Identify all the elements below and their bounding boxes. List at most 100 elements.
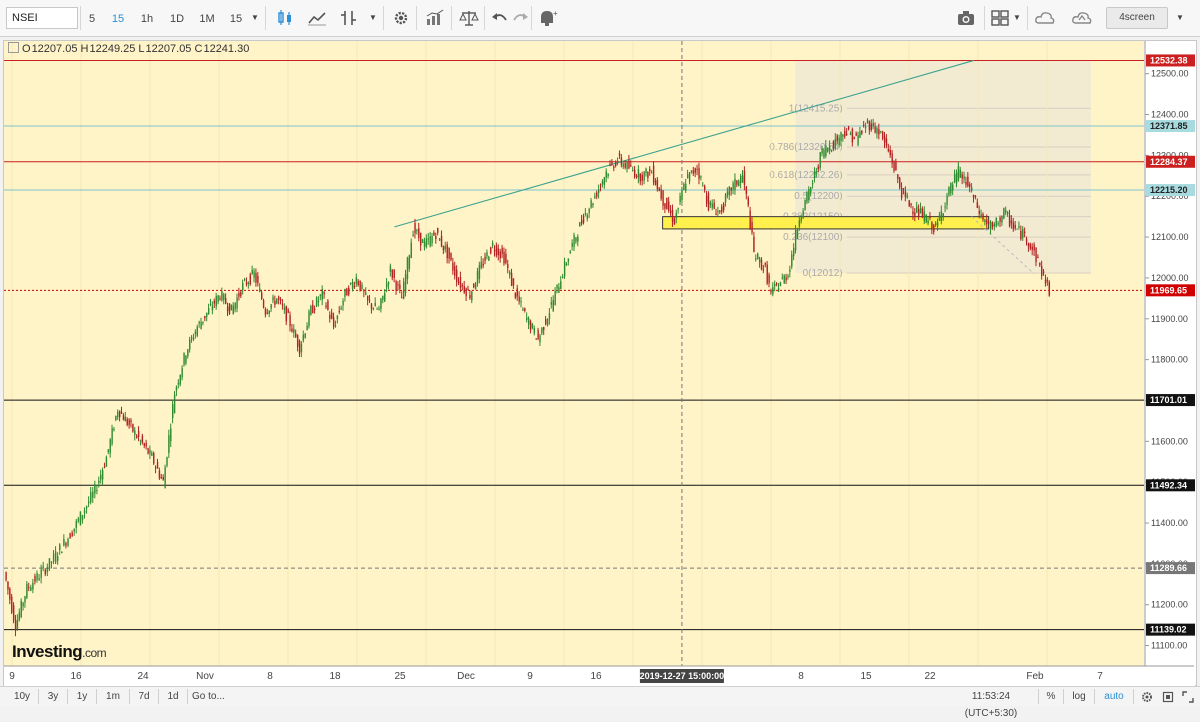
expand-icon[interactable]	[1180, 688, 1196, 705]
candle-body	[1005, 209, 1007, 213]
candle-body	[974, 195, 977, 197]
candle-body	[859, 131, 861, 138]
candle-body	[599, 184, 602, 186]
candle-body	[1016, 228, 1018, 230]
time-axis-tick-label: Feb	[1026, 671, 1044, 682]
candle-body	[189, 339, 191, 350]
candle-body	[616, 160, 619, 164]
maximize-icon[interactable]	[1160, 688, 1176, 705]
candle-body	[819, 152, 821, 168]
range-3y-button[interactable]: 3y	[43, 688, 63, 705]
percent-scale-button[interactable]: %	[1043, 688, 1059, 705]
candle-body	[971, 187, 973, 191]
candle-body	[200, 322, 202, 330]
candle-body	[935, 223, 937, 226]
bottom-separator	[67, 689, 68, 704]
candle-body	[512, 278, 515, 286]
auto-scale-button[interactable]: auto	[1099, 688, 1129, 705]
candle-body	[59, 544, 61, 551]
range-1m-button[interactable]: 1m	[101, 688, 125, 705]
candle-body	[480, 261, 483, 268]
candle-body	[811, 183, 814, 185]
candle-body	[431, 236, 433, 244]
range-1y-button[interactable]: 1y	[72, 688, 92, 705]
candle-body	[883, 136, 886, 143]
candle-body	[751, 221, 753, 233]
candle-body	[368, 300, 371, 302]
candle-body	[454, 266, 456, 276]
candle-body	[151, 453, 153, 456]
candle-body	[302, 334, 305, 341]
log-scale-button[interactable]: log	[1068, 688, 1090, 705]
candle-body	[652, 165, 655, 183]
candle-body	[705, 195, 708, 204]
candle-body	[539, 335, 541, 343]
low-label: L	[138, 43, 145, 55]
range-7d-button[interactable]: 7d	[134, 688, 154, 705]
candle-body	[747, 197, 749, 206]
candle-body	[113, 428, 115, 430]
candle-body	[836, 135, 838, 142]
candle-body	[9, 588, 11, 600]
bottom-separator	[129, 689, 130, 704]
candle-body	[421, 239, 424, 243]
candle-body	[172, 404, 174, 418]
candle-body	[298, 340, 301, 354]
candle-body	[586, 215, 589, 219]
candle-body	[228, 303, 231, 314]
candle-body	[1018, 226, 1020, 228]
range-1d-button[interactable]: 1d	[163, 688, 183, 705]
price-chart[interactable]: 1(12415.25)0.786(12320.54)0.618(12252.26…	[0, 0, 1200, 705]
candle-body	[440, 235, 443, 247]
candle-body	[230, 304, 233, 311]
time-axis-tick-label: 24	[137, 671, 149, 682]
candle-body	[389, 265, 392, 273]
candle-body	[967, 176, 969, 187]
candle-body	[864, 127, 867, 129]
candle-body	[641, 174, 643, 181]
candle-body	[899, 177, 901, 188]
candle-body	[832, 141, 835, 148]
candle-body	[893, 162, 895, 171]
candle-body	[535, 338, 537, 340]
candle-body	[147, 448, 149, 454]
candle-body	[143, 443, 146, 446]
goto-button[interactable]: Go to...	[192, 688, 236, 705]
candle-body	[370, 303, 373, 309]
low-value: 12207.05	[145, 43, 192, 55]
close-label: C	[194, 43, 203, 55]
candle-body	[75, 520, 78, 529]
candle-body	[52, 553, 55, 562]
candle-body	[476, 270, 479, 284]
candle-body	[427, 238, 430, 240]
candle-body	[669, 210, 672, 213]
candle-body	[630, 165, 632, 167]
candle-body	[882, 131, 884, 139]
candle-body	[842, 134, 844, 137]
candle-body	[300, 343, 303, 353]
time-axis-tick-label: 22	[924, 671, 936, 682]
candle-body	[895, 162, 897, 171]
candle-body	[425, 238, 428, 248]
candle-body	[762, 269, 765, 271]
candle-body	[474, 283, 477, 290]
candle-body	[722, 203, 725, 211]
candle-body	[791, 254, 793, 267]
candle-body	[531, 323, 534, 328]
price-level-tag-label: 11701.01	[1150, 395, 1187, 405]
high-label: H	[80, 43, 89, 55]
candle-body	[796, 228, 799, 239]
candle-body	[457, 281, 460, 284]
candle-body	[111, 428, 113, 444]
range-10y-button[interactable]: 10y	[10, 688, 34, 705]
settings-gear-icon[interactable]	[1138, 688, 1156, 705]
candle-body	[866, 119, 869, 123]
candle-body	[584, 213, 587, 215]
candle-body	[961, 174, 963, 179]
candle-body	[537, 329, 539, 339]
candle-body	[279, 299, 282, 301]
candle-body	[57, 556, 59, 561]
candle-body	[20, 600, 22, 617]
bottom-separator	[1094, 689, 1095, 704]
candle-body	[571, 242, 573, 247]
